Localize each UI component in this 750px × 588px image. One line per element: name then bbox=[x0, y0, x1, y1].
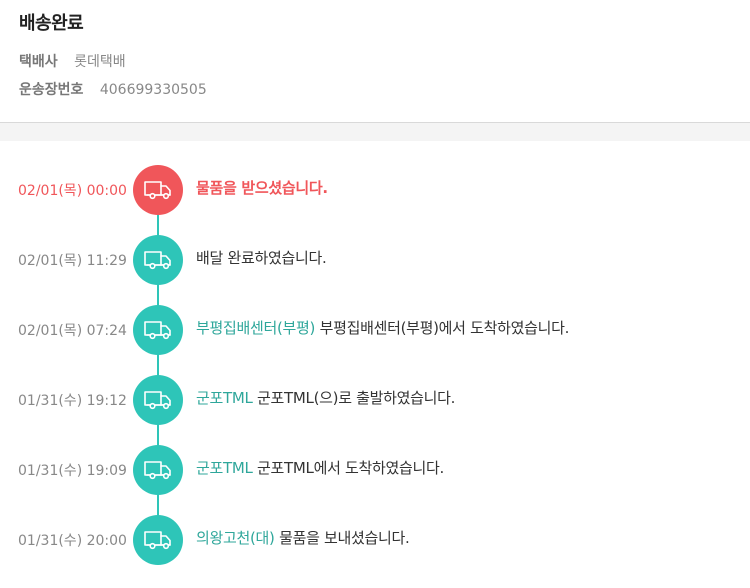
event-time: 01/31(수) 19:12 bbox=[18, 393, 127, 409]
event-time: 01/31(수) 19:09 bbox=[18, 463, 127, 479]
timeline-event: 02/01(목) 11:29 배달 완료하였습니다. bbox=[0, 235, 750, 285]
event-time: 02/01(목) 11:29 bbox=[18, 253, 127, 269]
event-message: 배달 완료하였습니다. bbox=[196, 247, 327, 268]
event-location: 군포TML bbox=[196, 459, 253, 477]
truck-icon bbox=[133, 305, 183, 355]
truck-icon bbox=[133, 445, 183, 495]
tracking-number-label: 운송장번호 bbox=[19, 82, 84, 98]
courier-label: 택배사 bbox=[19, 54, 58, 70]
event-location: 부평집배센터(부평) bbox=[196, 319, 316, 337]
section-divider bbox=[0, 123, 750, 141]
delivery-status-title: 배송완료 bbox=[19, 13, 84, 34]
event-time: 02/01(목) 00:00 bbox=[18, 183, 127, 199]
event-location: 군포TML bbox=[196, 389, 253, 407]
truck-icon bbox=[133, 515, 183, 565]
tracking-number-value: 406699330505 bbox=[99, 82, 207, 98]
event-message: 군포TML 군포TML에서 도착하였습니다. bbox=[196, 457, 444, 478]
event-message: 군포TML 군포TML(으)로 출발하였습니다. bbox=[196, 387, 455, 408]
timeline-event: 01/31(수) 19:09 군포TML 군포TML에서 도착하였습니다. bbox=[0, 445, 750, 495]
courier-row: 택배사 롯데택배 bbox=[19, 51, 126, 71]
courier-value: 롯데택배 bbox=[74, 54, 126, 70]
event-location: 의왕고천(대) bbox=[196, 529, 275, 547]
timeline-event: 02/01(목) 00:00 물품을 받으셨습니다. bbox=[0, 165, 750, 215]
event-message: 물품을 받으셨습니다. bbox=[196, 177, 328, 198]
event-message: 부평집배센터(부평) 부평집배센터(부평)에서 도착하였습니다. bbox=[196, 317, 569, 338]
event-message-text: 물품을 받으셨습니다. bbox=[196, 179, 328, 197]
timeline-event: 02/01(목) 07:24 부평집배센터(부평) 부평집배센터(부평)에서 도… bbox=[0, 305, 750, 355]
event-time: 02/01(목) 07:24 bbox=[18, 323, 127, 339]
truck-icon bbox=[133, 375, 183, 425]
event-message-text: 물품을 보내셨습니다. bbox=[279, 529, 410, 547]
event-message-text: 배달 완료하였습니다. bbox=[196, 249, 327, 267]
event-message-text: 부평집배센터(부평)에서 도착하였습니다. bbox=[319, 319, 570, 337]
truck-icon bbox=[133, 235, 183, 285]
tracking-timeline: 02/01(목) 00:00 물품을 받으셨습니다. 02/01(목) 11:2… bbox=[0, 141, 750, 588]
event-message: 의왕고천(대) 물품을 보내셨습니다. bbox=[196, 527, 410, 548]
event-message-text: 군포TML(으)로 출발하였습니다. bbox=[257, 389, 456, 407]
event-time: 01/31(수) 20:00 bbox=[18, 533, 127, 549]
timeline-event: 01/31(수) 20:00 의왕고천(대) 물품을 보내셨습니다. bbox=[0, 515, 750, 565]
timeline-event: 01/31(수) 19:12 군포TML 군포TML(으)로 출발하였습니다. bbox=[0, 375, 750, 425]
delivery-header: 배송완료 택배사 롯데택배 운송장번호 406699330505 bbox=[0, 0, 750, 123]
event-message-text: 군포TML에서 도착하였습니다. bbox=[257, 459, 445, 477]
truck-icon bbox=[133, 165, 183, 215]
tracking-row: 운송장번호 406699330505 bbox=[19, 79, 207, 99]
